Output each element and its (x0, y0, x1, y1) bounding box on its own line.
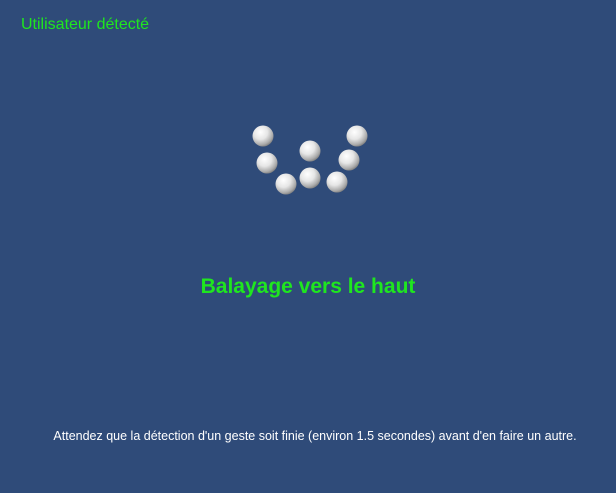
scene-viewport: Utilisateur détecté Balayage vers le hau… (0, 0, 616, 493)
joint-sphere (252, 125, 274, 147)
joint-sphere (275, 173, 297, 195)
joint-sphere (299, 167, 321, 189)
joint-sphere (299, 140, 321, 162)
skeleton-joints (252, 125, 368, 195)
instruction-text: Attendez que la détection d'un geste soi… (53, 429, 577, 443)
joint-sphere (338, 149, 360, 171)
detected-gesture-label: Balayage vers le haut (200, 275, 416, 298)
joint-sphere (256, 152, 278, 174)
user-detected-status: Utilisateur détecté (21, 16, 150, 33)
joint-sphere (326, 171, 348, 193)
joint-sphere (346, 125, 368, 147)
